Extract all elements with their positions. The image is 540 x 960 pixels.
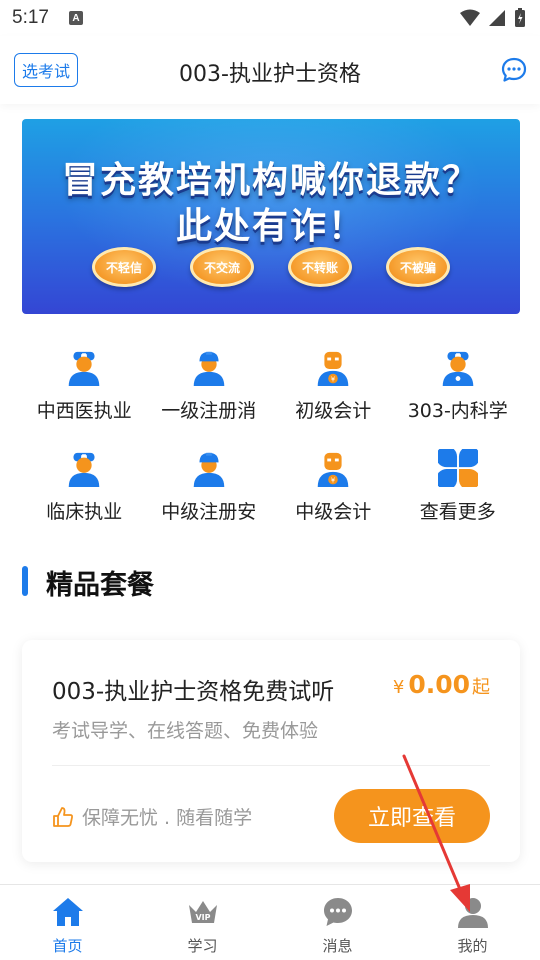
user-icon	[457, 898, 488, 928]
bottom-tab-bar: 首页 VIP 学习 消息 我的	[0, 884, 540, 960]
banner-pill: 不轻信	[92, 247, 156, 287]
tab-label: 消息	[322, 937, 353, 955]
category-label: 中级注册安	[161, 501, 257, 523]
package-card[interactable]: 003-执业护士资格免费试听 ¥ 0.00 起 考试导学、在线答题、免费体验 保…	[22, 640, 520, 862]
category-label: 初级会计	[295, 400, 372, 422]
app-header: 选考试 003-执业护士资格	[0, 36, 540, 104]
signal-icon	[489, 10, 505, 26]
tab-label: 我的	[457, 937, 488, 955]
accountant-icon: ¥	[317, 452, 349, 488]
category-item[interactable]: ¥ 中级会计	[271, 449, 396, 523]
package-description: 考试导学、在线答题、免费体验	[52, 720, 319, 742]
doctor-icon	[68, 351, 100, 387]
svg-text:¥: ¥	[331, 375, 335, 383]
message-icon[interactable]	[500, 56, 528, 84]
svg-text:¥: ¥	[331, 476, 335, 484]
doctor-icon	[68, 452, 100, 488]
category-label: 临床执业	[46, 501, 123, 523]
vip-crown-icon: VIP	[188, 901, 217, 923]
wifi-icon	[460, 9, 480, 26]
guarantee-text: 保障无忧 . 随看随学	[82, 807, 253, 829]
status-bar: 5:17 A	[0, 0, 540, 36]
category-label: 中西医执业	[36, 400, 132, 422]
tab-mine[interactable]: 我的	[405, 885, 540, 960]
svg-text:VIP: VIP	[195, 913, 210, 922]
category-item[interactable]: 中西医执业	[22, 348, 147, 422]
tab-messages[interactable]: 消息	[270, 885, 405, 960]
package-name: 003-执业护士资格免费试听	[52, 679, 335, 705]
home-icon	[52, 898, 83, 926]
tab-label: 首页	[52, 937, 83, 955]
tab-study[interactable]: VIP 学习	[135, 885, 270, 960]
price-value: 0.00	[408, 670, 470, 699]
category-item[interactable]: 中级注册安	[147, 449, 272, 523]
more-grid-icon	[437, 449, 478, 488]
category-label: 一级注册消	[161, 400, 257, 422]
chat-icon	[323, 898, 352, 926]
worker-icon	[193, 351, 225, 387]
thumbs-up-icon	[53, 806, 73, 827]
doctor-icon	[442, 351, 474, 387]
promo-banner[interactable]: 冒充教培机构喊你退款？ 此处有诈！ 不轻信 不交流 不转账 不被骗	[22, 119, 520, 314]
tab-label: 学习	[187, 937, 218, 955]
banner-pill: 不被骗	[386, 247, 450, 287]
section-title: 精品套餐	[46, 570, 154, 601]
category-label: 303-内科学	[407, 400, 508, 422]
category-item[interactable]: 临床执业	[22, 449, 147, 523]
accountant-icon: ¥	[317, 351, 349, 387]
category-item[interactable]: 303-内科学	[396, 348, 521, 422]
package-guarantee: 保障无忧 . 随看随学	[52, 803, 252, 830]
view-now-button[interactable]: 立即查看	[334, 789, 490, 843]
status-time: 5:17	[12, 7, 49, 28]
package-price: ¥ 0.00 起	[393, 670, 490, 699]
banner-subheadline: 此处有诈！	[175, 206, 366, 247]
battery-icon	[515, 8, 525, 27]
worker-icon	[193, 452, 225, 488]
category-item[interactable]: 查看更多	[396, 449, 521, 523]
section-title-accent	[22, 566, 28, 596]
category-label: 中级会计	[295, 501, 372, 523]
banner-pill: 不转账	[288, 247, 352, 287]
category-item[interactable]: ¥ 初级会计	[271, 348, 396, 422]
notification-icon: A	[68, 11, 83, 25]
banner-pill: 不交流	[190, 247, 254, 287]
status-icons	[460, 8, 526, 28]
tab-home[interactable]: 首页	[0, 885, 135, 960]
divider	[52, 765, 490, 766]
category-label: 查看更多	[419, 501, 496, 523]
banner-headline: 冒充教培机构喊你退款？	[61, 160, 480, 201]
category-item[interactable]: 一级注册消	[147, 348, 272, 422]
price-suffix: 起	[472, 677, 490, 698]
page-title: 003-执业护士资格	[179, 62, 361, 87]
banner-pills: 不轻信 不交流 不转账 不被骗	[22, 247, 520, 287]
price-currency: ¥	[392, 677, 405, 698]
category-grid: 中西医执业 一级注册消 ¥ 初级会计 303-内科学 临床执业 中级注册安 ¥ …	[22, 348, 520, 523]
